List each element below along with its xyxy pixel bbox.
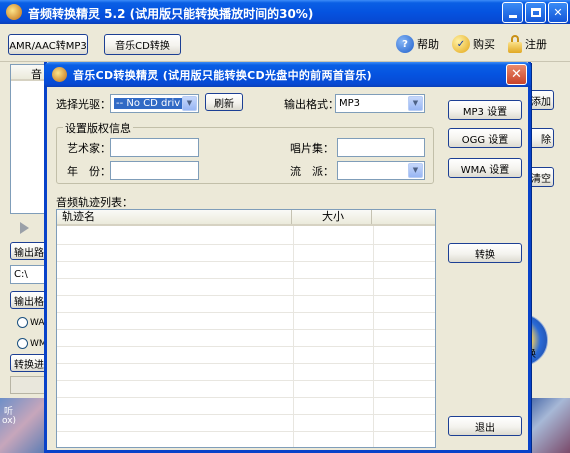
- album-label: 唱片集：: [290, 142, 334, 155]
- desktop-background-right: [525, 398, 570, 453]
- track-list-label: 音频轨迹列表：: [56, 196, 133, 209]
- copyright-group-title: 设置版权信息: [63, 120, 133, 136]
- close-icon: ✕: [511, 67, 522, 82]
- amr-aac-to-mp3-button[interactable]: AMR/AAC转MP3: [8, 34, 88, 55]
- table-row-line: [57, 431, 435, 432]
- buy-link[interactable]: ✓ 购买: [452, 35, 495, 53]
- year-label: 年 份：: [67, 165, 111, 178]
- exit-button[interactable]: 退出: [448, 416, 522, 436]
- convert-button[interactable]: 转换: [448, 243, 522, 263]
- register-label: 注册: [525, 38, 547, 51]
- drive-select-value: -- No CD driv: [114, 98, 183, 109]
- chevron-down-icon[interactable]: ▼: [182, 96, 197, 111]
- wma-settings-button[interactable]: WMA 设置: [448, 158, 522, 178]
- table-row-line: [57, 329, 435, 330]
- dialog-titlebar[interactable]: 音乐CD转换精灵 (试用版只能转换CD光盘中的前两首音乐) ✕: [44, 62, 531, 87]
- track-list-header: 轨迹名 大小: [57, 210, 435, 226]
- mp3-settings-button[interactable]: MP3 设置: [448, 100, 522, 120]
- genre-select[interactable]: ▼: [337, 161, 425, 180]
- main-close-button[interactable]: ✕: [548, 2, 568, 23]
- album-field[interactable]: [337, 138, 425, 157]
- desktop-text: ox): [2, 416, 17, 426]
- table-row-line: [57, 346, 435, 347]
- file-list-col-label: 音: [31, 68, 42, 81]
- main-titlebar[interactable]: 音频转换精灵 5.2 (试用版只能转换播放时间的30%) ✕: [0, 0, 570, 24]
- maximize-icon: [530, 8, 541, 17]
- buy-icon: ✓: [452, 35, 470, 53]
- help-label: 帮助: [417, 38, 439, 51]
- file-list-header: 音: [11, 65, 45, 81]
- table-row-line: [57, 278, 435, 279]
- app-icon: [6, 4, 22, 20]
- output-format-select[interactable]: MP3 ▼: [335, 94, 425, 113]
- buy-label: 购买: [473, 38, 495, 51]
- table-row-line: [57, 312, 435, 313]
- lock-icon: [508, 35, 522, 53]
- table-row-line: [57, 397, 435, 398]
- output-format-label: 输出格式：: [284, 98, 339, 111]
- wav-radio-label: WA: [30, 317, 45, 328]
- music-cd-convert-button[interactable]: 音乐CD转换: [104, 34, 181, 55]
- radio-icon: [17, 338, 28, 349]
- genre-label: 流 派：: [290, 165, 334, 178]
- main-toolbar: AMR/AAC转MP3 音乐CD转换 ? 帮助 ✓ 购买 注册: [0, 24, 570, 62]
- progress-bar: [10, 376, 46, 394]
- help-link[interactable]: ? 帮助: [396, 35, 439, 53]
- ogg-settings-button[interactable]: OGG 设置: [448, 128, 522, 148]
- dialog-app-icon: [52, 67, 67, 82]
- help-icon: ?: [396, 35, 414, 53]
- table-column-line: [373, 226, 374, 447]
- wav-radio[interactable]: WA: [17, 317, 45, 328]
- year-field[interactable]: [110, 161, 199, 180]
- dialog-title: 音乐CD转换精灵 (试用版只能转换CD光盘中的前两首音乐): [73, 69, 372, 82]
- file-list[interactable]: 音: [10, 64, 46, 214]
- column-header-blank[interactable]: [372, 210, 435, 224]
- cd-convert-dialog: 音乐CD转换精灵 (试用版只能转换CD光盘中的前两首音乐) ✕ 选择光驱： --…: [44, 62, 531, 453]
- wma-radio[interactable]: WM: [17, 338, 47, 349]
- maximize-button[interactable]: [525, 2, 546, 23]
- table-row-line: [57, 295, 435, 296]
- column-header-size[interactable]: 大小: [292, 210, 372, 224]
- play-icon[interactable]: [20, 222, 29, 234]
- table-column-line: [293, 226, 294, 447]
- table-row-line: [57, 380, 435, 381]
- chevron-down-icon[interactable]: ▼: [408, 163, 423, 178]
- table-row-line: [57, 363, 435, 364]
- minimize-icon: [508, 15, 517, 18]
- dialog-close-button[interactable]: ✕: [506, 64, 527, 85]
- register-link[interactable]: 注册: [508, 35, 547, 53]
- close-icon: ✕: [553, 6, 563, 19]
- table-row-line: [57, 261, 435, 262]
- table-row-line: [57, 414, 435, 415]
- drive-select[interactable]: -- No CD driv ▼: [110, 94, 199, 113]
- main-window-title: 音频转换精灵 5.2 (试用版只能转换播放时间的30%): [28, 7, 314, 21]
- select-drive-label: 选择光驱：: [56, 98, 111, 111]
- output-format-value: MP3: [339, 98, 361, 109]
- table-row-line: [57, 244, 435, 245]
- desktop-background-left: 听 ox): [0, 398, 45, 453]
- artist-field[interactable]: [110, 138, 199, 157]
- track-list-table[interactable]: 轨迹名 大小: [56, 209, 436, 448]
- minimize-button[interactable]: [502, 2, 523, 23]
- artist-label: 艺术家：: [67, 142, 111, 155]
- radio-icon: [17, 317, 28, 328]
- refresh-button[interactable]: 刷新: [205, 93, 243, 111]
- column-header-track-name[interactable]: 轨迹名: [57, 210, 292, 224]
- chevron-down-icon[interactable]: ▼: [408, 96, 423, 111]
